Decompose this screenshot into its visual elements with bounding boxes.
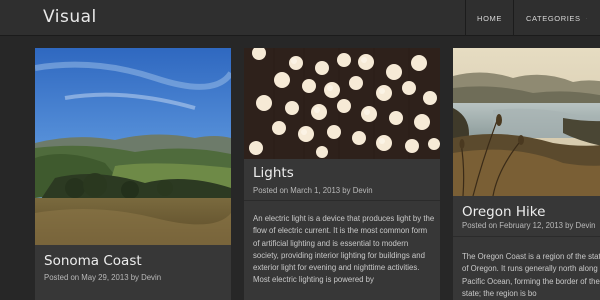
main-nav: HOME CATEGORIES [465,0,600,36]
post-title[interactable]: Lights [253,165,294,181]
site-logo[interactable]: Visual [43,7,97,27]
post-card-sonoma-coast[interactable]: Sonoma Coast Posted on May 29, 2013 by D… [35,48,231,300]
post-card-lights[interactable]: Lights Posted on March 1, 2013 by Devin … [244,48,440,300]
nav-categories-label: CATEGORIES [526,13,581,23]
card-divider [453,236,600,237]
post-excerpt: An electric light is a device that produ… [253,214,435,285]
nav-home-label: HOME [477,13,502,23]
nav-home[interactable]: HOME [465,0,513,36]
post-excerpt: The Oregon Coast is a region of the stat… [462,252,600,298]
post-image-sonoma-coast[interactable] [35,48,231,245]
post-meta: Posted on March 1, 2013 by Devin [253,186,373,195]
post-meta: Posted on February 12, 2013 by Devin [462,221,596,230]
post-title[interactable]: Oregon Hike [462,204,545,220]
post-card-oregon-hike[interactable]: Oregon Hike Posted on February 12, 2013 … [453,48,600,300]
nav-categories[interactable]: CATEGORIES [513,0,600,36]
post-image-lights[interactable] [244,48,440,159]
post-meta: Posted on May 29, 2013 by Devin [44,273,162,282]
card-divider [244,200,440,201]
post-image-oregon-hike[interactable] [453,48,600,196]
post-title[interactable]: Sonoma Coast [44,253,142,269]
chevron-down-icon [585,17,587,19]
page: Visual HOME CATEGORIES Sonoma Coast Post… [0,0,600,300]
site-header: Visual HOME CATEGORIES [0,0,600,36]
